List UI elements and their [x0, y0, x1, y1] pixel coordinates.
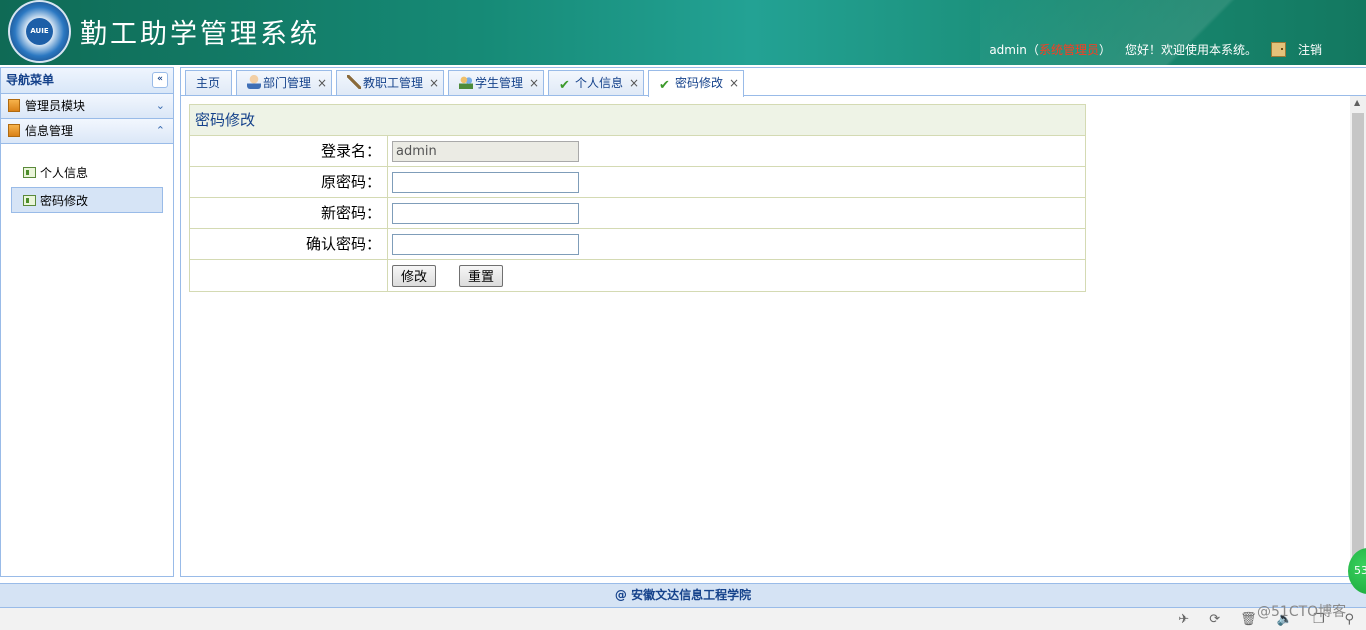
nav-item-change-password[interactable]: 密码修改 [11, 187, 163, 213]
content-panel: 密码修改 登录名： 原密码： 新密码： 确认密码： 修改 重置 ▲ [180, 96, 1366, 577]
tab-strip: 主页 部门管理 × 教职工管理 × 学生管理 × ✔ 个人信息 × ✔ 密码修改 × [180, 67, 1366, 97]
confirm-password-label: 确认密码： [190, 229, 388, 259]
nav-group-label: 管理员模块 [25, 99, 86, 113]
watermark: @51CTO博客 [1257, 604, 1347, 620]
login-name-label: 登录名： [190, 136, 388, 166]
folder-icon [8, 124, 20, 137]
app-header: AUIE 勤工助学管理系统 admin （ 系统管理员 ） 您好！欢迎使用本系统… [0, 0, 1366, 65]
username: admin [989, 42, 1027, 57]
tab-department[interactable]: 部门管理 × [236, 70, 332, 96]
tab-students[interactable]: 学生管理 × [448, 70, 544, 96]
checkmark-icon: ✔ [659, 78, 670, 93]
nav-menu-list: 个人信息 密码修改 [1, 144, 173, 213]
nav-item-label: 密码修改 [40, 194, 89, 208]
logo-text: AUIE [26, 18, 53, 45]
browser-bottom-bar: ✈ ⟳ 🗑 🔈 ❐ ⚲ [0, 608, 1366, 630]
nav-title: 导航菜单 [6, 73, 55, 87]
document-icon [23, 167, 36, 178]
document-icon [23, 195, 36, 206]
chevron-down-icon: ⌄ [155, 99, 165, 112]
tab-label: 密码修改 [675, 76, 724, 90]
nav-panel: 导航菜单 « 管理员模块 ⌄ 信息管理 ⌃ 个人信息 密码修改 [0, 67, 174, 577]
tab-label: 教职工管理 [363, 76, 424, 90]
tab-change-password[interactable]: ✔ 密码修改 × [648, 70, 744, 97]
form-title: 密码修改 [190, 105, 1085, 136]
users-icon [459, 75, 473, 89]
folder-icon [8, 99, 20, 112]
form-row-new-password: 新密码： [190, 198, 1085, 229]
hammer-icon [347, 75, 361, 89]
close-icon[interactable]: × [529, 71, 539, 95]
old-password-input[interactable] [392, 171, 579, 193]
vertical-scrollbar[interactable]: ▲ [1350, 96, 1366, 576]
welcome-text: 您好！欢迎使用本系统。 [1124, 43, 1257, 57]
nav-item-personal-info[interactable]: 个人信息 [11, 159, 163, 185]
new-password-label: 新密码： [190, 198, 388, 228]
tab-staff[interactable]: 教职工管理 × [336, 70, 444, 96]
scroll-up-icon[interactable]: ▲ [1354, 98, 1360, 107]
logout-icon[interactable] [1270, 42, 1286, 57]
password-form: 密码修改 登录名： 原密码： 新密码： 确认密码： 修改 重置 [189, 104, 1086, 292]
tab-label: 部门管理 [263, 76, 312, 90]
trash-icon[interactable]: 🗑 [1240, 612, 1257, 627]
tab-personal-info[interactable]: ✔ 个人信息 × [548, 70, 644, 96]
submit-button[interactable]: 修改 [392, 264, 437, 287]
tab-label: 学生管理 [475, 76, 524, 90]
close-icon[interactable]: × [317, 71, 327, 95]
form-row-login: 登录名： [190, 136, 1085, 167]
form-row-confirm-password: 确认密码： [190, 229, 1085, 260]
logout-link[interactable]: 注销 [1298, 41, 1322, 58]
close-icon[interactable]: × [429, 71, 439, 95]
refresh-icon[interactable]: ⟳ [1209, 612, 1220, 627]
form-row-actions: 修改 重置 [190, 260, 1085, 291]
user-icon [247, 75, 261, 89]
user-bar: admin （ 系统管理员 ） 您好！欢迎使用本系统。 注销 [989, 41, 1322, 58]
chevron-up-icon: ⌃ [155, 124, 165, 137]
user-role: 系统管理员 [1038, 43, 1099, 57]
old-password-label: 原密码： [190, 167, 388, 197]
close-icon[interactable]: × [729, 71, 739, 95]
role-close: ） [1098, 43, 1111, 57]
reset-button[interactable]: 重置 [459, 264, 504, 287]
new-password-input[interactable] [392, 202, 579, 224]
checkmark-icon: ✔ [559, 78, 570, 93]
tab-label: 个人信息 [575, 76, 624, 90]
school-logo: AUIE [8, 0, 71, 63]
nav-group-label: 信息管理 [25, 124, 74, 138]
close-icon[interactable]: × [629, 71, 639, 95]
footer: @ 安徽文达信息工程学院 [0, 583, 1366, 608]
nav-item-label: 个人信息 [40, 166, 89, 180]
role-open: （ [1026, 43, 1039, 57]
tab-home[interactable]: 主页 [185, 70, 232, 96]
nav-group-info[interactable]: 信息管理 ⌃ [1, 119, 173, 144]
collapse-panel-button[interactable]: « [152, 72, 168, 88]
nav-header: 导航菜单 « [1, 68, 173, 94]
nav-group-admin[interactable]: 管理员模块 ⌄ [1, 94, 173, 119]
system-title: 勤工助学管理系统 [80, 19, 320, 50]
pin-icon[interactable]: ✈ [1178, 612, 1189, 627]
confirm-password-input[interactable] [392, 233, 579, 255]
login-name-input [392, 140, 579, 162]
scroll-thumb[interactable] [1352, 113, 1364, 568]
tab-label: 主页 [196, 76, 221, 90]
form-row-old-password: 原密码： [190, 167, 1085, 198]
